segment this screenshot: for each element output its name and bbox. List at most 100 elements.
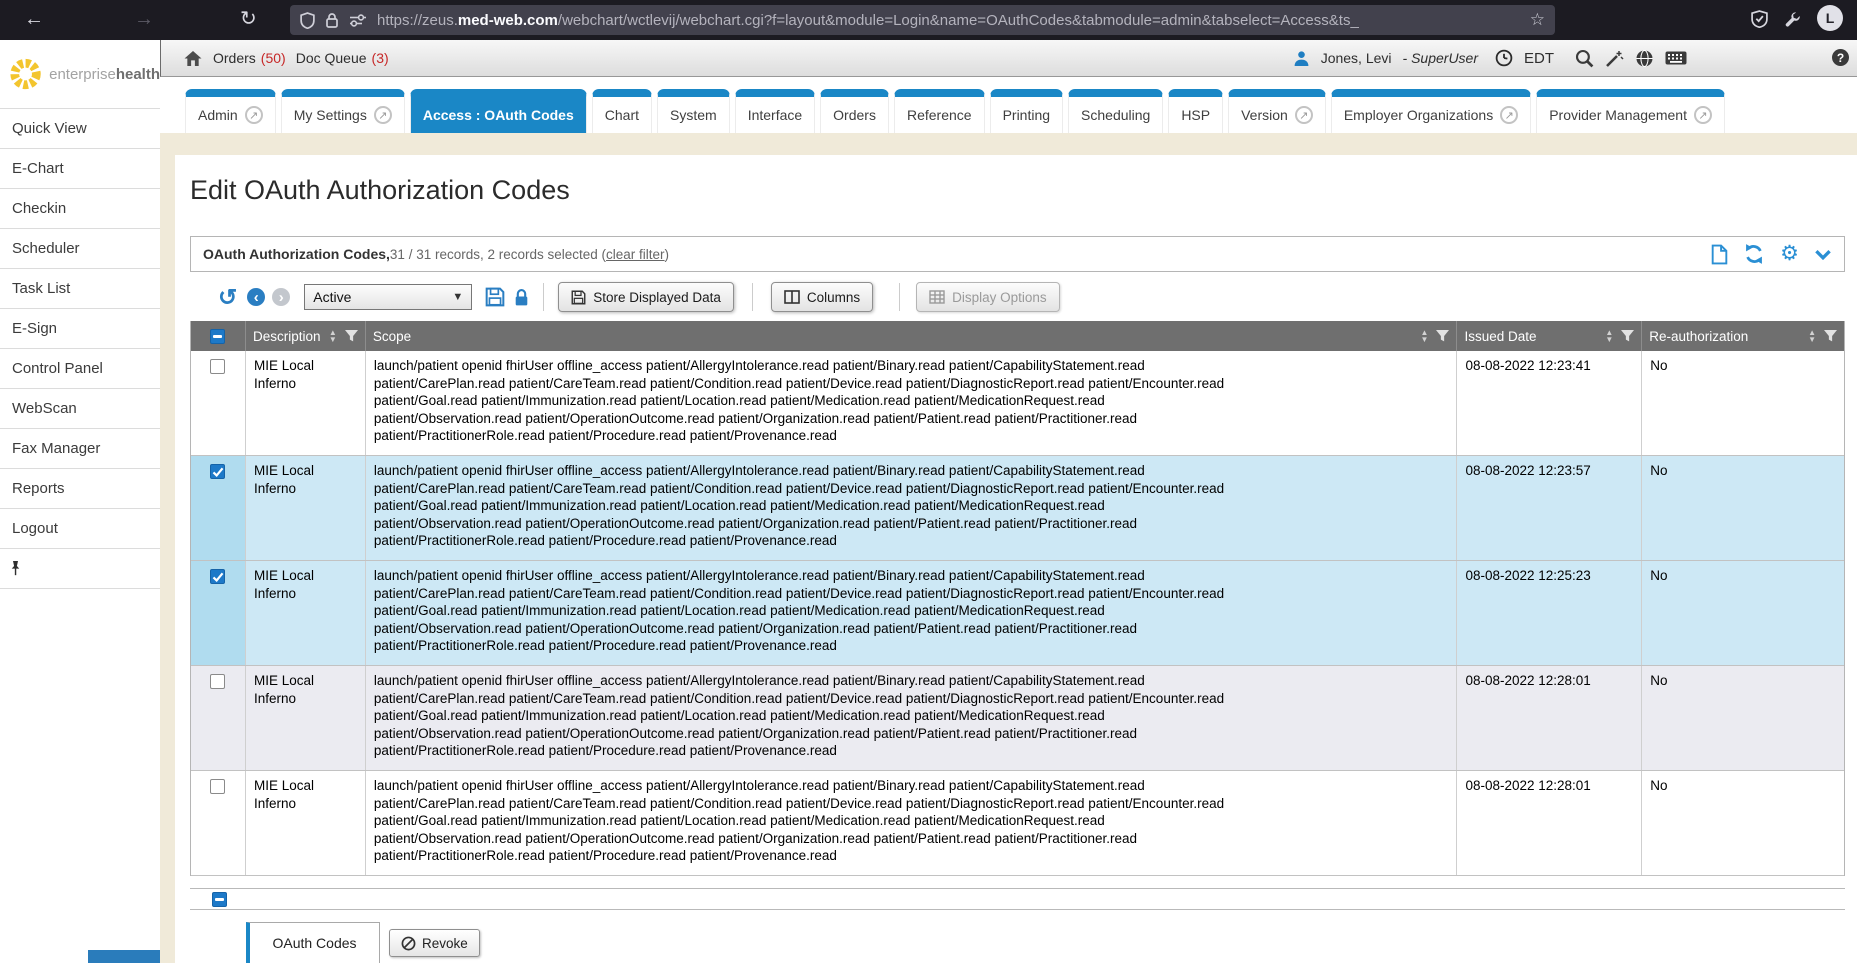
browser-account-avatar[interactable]: L (1817, 5, 1843, 31)
records-summary-bar: OAuth Authorization Codes, 31 / 31 recor… (190, 236, 1845, 272)
user-icon (1293, 50, 1310, 67)
row-checkbox[interactable] (210, 569, 225, 584)
tab-access-oauth-codes[interactable]: Access : OAuth Codes (410, 89, 587, 133)
tab-reference[interactable]: Reference (894, 89, 985, 133)
column-header-re-authorization[interactable]: Re-authorization ▲▼ (1642, 321, 1844, 351)
tab-admin[interactable]: Admin↗ (185, 89, 276, 133)
lock-filter-icon[interactable] (514, 288, 529, 307)
gear-icon[interactable]: ⚙ (1780, 244, 1799, 264)
user-name[interactable]: Jones, Levi (1321, 50, 1392, 66)
oauth-codes-table: Description ▲▼ Scope ▲▼ Issued Date ▲▼ R… (190, 321, 1845, 876)
refresh-icon[interactable] (1743, 243, 1765, 265)
row-checkbox[interactable] (210, 674, 225, 689)
tab-my-settings[interactable]: My Settings↗ (281, 89, 405, 133)
collapse-chevron-icon[interactable] (1814, 249, 1832, 260)
sidebar-item-e-chart[interactable]: E-Chart (0, 149, 160, 189)
select-all-footer-checkbox[interactable] (212, 892, 227, 907)
keyboard-icon[interactable] (1665, 51, 1687, 65)
doc-queue-link[interactable]: Doc Queue(3) (296, 50, 389, 66)
undo-icon[interactable]: ↺ (218, 284, 237, 311)
table-row[interactable]: MIE Local Inferno launch/patient openid … (191, 561, 1844, 666)
row-checkbox[interactable] (210, 464, 225, 479)
sidebar-item-e-sign[interactable]: E-Sign (0, 309, 160, 349)
enterprise-health-logo: enterprisehealth (0, 40, 160, 109)
filter-funnel-icon[interactable] (1824, 330, 1837, 342)
browser-reload-icon[interactable]: ↻ (240, 6, 257, 32)
table-row[interactable]: MIE Local Inferno launch/patient openid … (191, 456, 1844, 561)
table-row[interactable]: MIE Local Inferno launch/patient openid … (191, 771, 1844, 876)
address-bar[interactable]: https://zeus.med-web.com/webchart/wctlev… (290, 5, 1555, 35)
protection-shield-icon[interactable] (1751, 10, 1768, 28)
store-displayed-data-button[interactable]: Store Displayed Data (558, 282, 734, 312)
help-icon[interactable]: ? (1832, 49, 1849, 66)
filter-funnel-icon[interactable] (1621, 330, 1634, 342)
sort-icon[interactable]: ▲▼ (329, 329, 337, 343)
select-all-checkbox[interactable] (210, 329, 225, 344)
row-select-cell (191, 351, 246, 455)
row-select-cell (191, 771, 246, 875)
globe-icon[interactable] (1635, 49, 1654, 68)
tab-chart[interactable]: Chart (592, 89, 652, 133)
sort-icon[interactable]: ▲▼ (1808, 329, 1816, 343)
revoke-slash-icon (401, 936, 416, 951)
previous-page-icon[interactable]: ‹ (247, 288, 265, 306)
browser-forward-icon[interactable]: → (134, 6, 154, 32)
table-row[interactable]: MIE Local Inferno launch/patient openid … (191, 666, 1844, 771)
clear-filter-link[interactable]: clear filter (606, 247, 665, 262)
column-header-issued-date[interactable]: Issued Date ▲▼ (1457, 321, 1642, 351)
url-text[interactable]: https://zeus.med-web.com/webchart/wctlev… (377, 12, 1520, 29)
orders-link[interactable]: Orders(50) (213, 50, 286, 66)
column-header-description[interactable]: Description ▲▼ (246, 321, 366, 351)
tab-orders[interactable]: Orders (820, 89, 889, 133)
home-icon[interactable] (183, 50, 203, 67)
filter-funnel-icon[interactable] (1436, 330, 1449, 342)
timezone-label: EDT (1524, 50, 1554, 67)
sidebar-item-fax-manager[interactable]: Fax Manager (0, 429, 160, 469)
reauthorization-cell: No (1642, 771, 1844, 875)
revoke-button[interactable]: Revoke (389, 929, 480, 957)
tab-interface[interactable]: Interface (735, 89, 815, 133)
search-icon[interactable] (1575, 49, 1594, 68)
tab-hsp[interactable]: HSP (1168, 89, 1223, 133)
sort-icon[interactable]: ▲▼ (1605, 329, 1613, 343)
next-page-icon[interactable]: › (272, 288, 290, 306)
tab-system[interactable]: System (657, 89, 730, 133)
sidebar-item-task-list[interactable]: Task List (0, 269, 160, 309)
columns-button[interactable]: Columns (771, 282, 873, 312)
column-header-scope[interactable]: Scope ▲▼ (366, 321, 1458, 351)
sunflower-logo-icon (8, 53, 43, 95)
permissions-icon[interactable] (349, 13, 367, 27)
pin-icon[interactable] (8, 560, 23, 577)
save-filter-icon[interactable] (485, 287, 505, 307)
main-panel: Edit OAuth Authorization Codes OAuth Aut… (175, 155, 1857, 963)
sort-icon[interactable]: ▲▼ (1421, 329, 1429, 343)
sidebar-item-webscan[interactable]: WebScan (0, 389, 160, 429)
sidebar-item-logout[interactable]: Logout (0, 509, 160, 549)
sidebar-item-reports[interactable]: Reports (0, 469, 160, 509)
bookmark-star-icon[interactable]: ☆ (1530, 10, 1545, 30)
shield-icon[interactable] (300, 12, 315, 29)
filter-funnel-icon[interactable] (345, 330, 358, 342)
new-document-icon[interactable] (1711, 244, 1728, 265)
bottom-tab-strip: OAuth Codes Revoke (246, 922, 480, 963)
lock-icon[interactable] (325, 12, 339, 29)
table-row[interactable]: MIE Local Inferno launch/patient openid … (191, 351, 1844, 456)
row-checkbox[interactable] (210, 359, 225, 374)
wrench-icon[interactable] (1784, 11, 1801, 28)
sidebar-item-quick-view[interactable]: Quick View (0, 109, 160, 149)
tab-oauth-codes[interactable]: OAuth Codes (246, 922, 380, 963)
tab-printing[interactable]: Printing (990, 89, 1063, 133)
sidebar-item-checkin[interactable]: Checkin (0, 189, 160, 229)
tab-provider-management[interactable]: Provider Management↗ (1536, 89, 1725, 133)
status-filter-select[interactable]: Active ▼ (304, 284, 472, 310)
sidebar-item-scheduler[interactable]: Scheduler (0, 229, 160, 269)
tab-employer-organizations[interactable]: Employer Organizations↗ (1331, 89, 1531, 133)
sidebar-item-control-panel[interactable]: Control Panel (0, 349, 160, 389)
display-options-button[interactable]: Display Options (916, 282, 1060, 312)
description-cell: MIE Local Inferno (246, 771, 366, 875)
browser-back-icon[interactable]: ← (24, 6, 44, 32)
tab-version[interactable]: Version↗ (1228, 89, 1326, 133)
row-checkbox[interactable] (210, 779, 225, 794)
magic-wand-icon[interactable] (1605, 49, 1624, 68)
tab-scheduling[interactable]: Scheduling (1068, 89, 1163, 133)
